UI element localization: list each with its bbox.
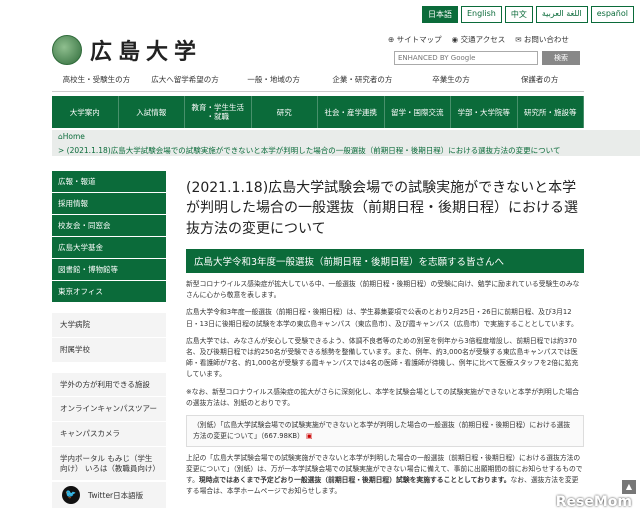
sidebar-item[interactable]: 学内ポータル もみじ（学生向け） いろは（教職員向け）	[52, 446, 166, 482]
paragraph: 広島大学では、みなさんが安心して受験できるよう、体調不良者等のための別室を例年か…	[186, 336, 579, 379]
main-content: (2021.1.18)広島大学試験会場での試験実施ができないと本学が判明した場合…	[186, 178, 584, 497]
lang-spanish[interactable]: español	[590, 6, 634, 23]
utility-links: ⊕ サイトマップ ◉ 交通アクセス ✉ お問い合わせ	[388, 34, 569, 45]
sidebar-item[interactable]: 採用情報	[52, 193, 166, 215]
paragraph: 上記の「広島大学試験会場での試験実施ができないと本学が判明した場合の一般選抜（前…	[186, 453, 583, 496]
section-heading: 広島大学令和3年度一般選抜（前期日程・後期日程）を志願する皆さんへ	[186, 248, 584, 273]
sidebar-item[interactable]: 広島大学基金	[52, 237, 166, 259]
global-nav-item[interactable]: 教育・学生生活 ・就職	[185, 96, 252, 128]
global-nav-item[interactable]: 社会・産学連携	[318, 96, 385, 128]
site-logo[interactable]: 広島大学	[52, 34, 202, 66]
sitemap-link[interactable]: ⊕ サイトマップ	[388, 34, 442, 45]
site-name: 広島大学	[90, 39, 203, 65]
sidebar-item[interactable]: オンラインキャンパスツアー	[52, 397, 166, 422]
target-nav-item[interactable]: 一般・地域の方	[229, 74, 319, 92]
watermark: ReseMom	[555, 494, 632, 510]
global-nav-item[interactable]: 大学案内	[52, 96, 119, 128]
sidebar-item[interactable]: 学外の方が利用できる施設	[52, 372, 166, 398]
lang-english[interactable]: English	[460, 6, 502, 23]
target-nav-item[interactable]: 企業・研究者の方	[318, 74, 407, 92]
global-navigation: 大学案内 入試情報 教育・学生生活 ・就職 研究 社会・産学連携 留学・国際交流…	[52, 96, 584, 128]
language-switcher: 日本語 English 中文 اللغة العربية español	[421, 6, 634, 23]
scroll-to-top-button[interactable]: ▲	[622, 480, 636, 494]
breadcrumb-current: > (2021.1.18)広島大学試験会場での試験実施ができないと本学が判明した…	[58, 146, 561, 155]
target-nav-item[interactable]: 高校生・受験生の方	[52, 74, 141, 92]
global-nav-item[interactable]: 留学・国際交流	[385, 96, 451, 128]
breadcrumb-home[interactable]: ⌂Home	[58, 132, 634, 141]
twitter-link[interactable]: 🐦 Twitter日本語版	[52, 482, 166, 508]
lang-japanese[interactable]: 日本語	[421, 6, 458, 23]
global-nav-item[interactable]: 研究所・施設等	[518, 96, 584, 128]
global-nav-item[interactable]: 研究	[252, 96, 318, 128]
sidebar-item[interactable]: 附属学校	[52, 337, 166, 363]
access-link[interactable]: ◉ 交通アクセス	[452, 34, 506, 45]
target-navigation: 高校生・受験生の方 広大へ留学希望の方 一般・地域の方 企業・研究者の方 卒業生…	[52, 74, 585, 92]
global-nav-item[interactable]: 学部・大学院等	[451, 96, 518, 128]
search-button[interactable]: 検索	[542, 51, 580, 65]
target-nav-item[interactable]: 広大へ留学希望の方	[140, 74, 230, 92]
target-nav-item[interactable]: 保護者の方	[495, 74, 585, 92]
target-nav-item[interactable]: 卒業生の方	[406, 74, 496, 92]
page-title: (2021.1.18)広島大学試験会場での試験実施ができないと本学が判明した場合…	[186, 180, 578, 237]
sidebar: 広報・報道 採用情報 校友会・同窓会 広島大学基金 図書館・博物館等 東京オフィ…	[52, 171, 166, 482]
sidebar-item[interactable]: 校友会・同窓会	[52, 215, 166, 237]
search-input[interactable]: ENHANCED BY Google	[394, 51, 538, 65]
sidebar-item[interactable]: キャンパスカメラ	[52, 422, 166, 447]
sidebar-item[interactable]: 東京オフィス	[52, 281, 166, 303]
sidebar-item[interactable]: 大学病院	[52, 313, 166, 338]
pdf-icon: ▣	[306, 431, 313, 440]
university-emblem-icon	[52, 35, 82, 65]
paragraph: ※なお、新型コロナウイルス感染症の拡大がさらに深刻化し、本学を試験会場としての試…	[186, 387, 579, 407]
contact-link[interactable]: ✉ お問い合わせ	[515, 34, 569, 45]
attachment-link[interactable]: （別紙）「広島大学試験会場での試験実施ができないと本学が判明した場合の一般選抜（…	[186, 414, 584, 447]
breadcrumb: ⌂Home > (2021.1.18)広島大学試験会場での試験実施ができないと本…	[52, 130, 640, 156]
global-nav-item[interactable]: 入試情報	[119, 96, 185, 128]
sidebar-item[interactable]: 広報・報道	[52, 171, 166, 193]
lang-chinese[interactable]: 中文	[504, 6, 533, 23]
paragraph: 新型コロナウイルス感染症が拡大している中、一般選抜（前期日程・後期日程）の受験に…	[186, 279, 580, 300]
sidebar-item[interactable]: 図書館・博物館等	[52, 259, 166, 281]
lang-arabic[interactable]: اللغة العربية	[535, 6, 588, 23]
paragraph: 広島大学令和3年度一般選抜（前期日程・後期日程）は、学生募集要項で公表のとおり2…	[186, 308, 578, 328]
twitter-icon: 🐦	[62, 486, 80, 504]
